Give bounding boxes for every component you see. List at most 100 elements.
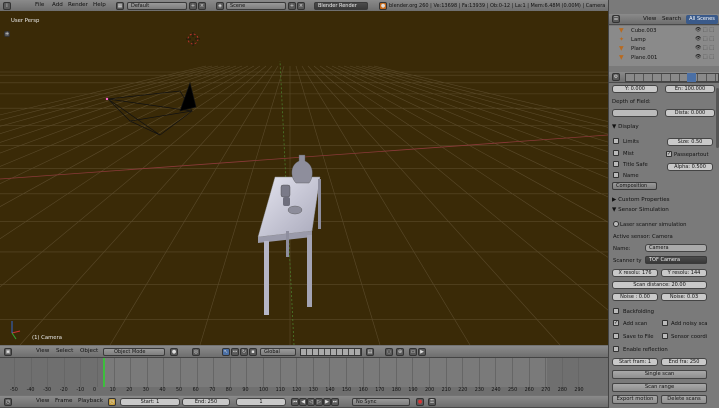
outliner-tab-search[interactable]: Search xyxy=(662,16,681,22)
outliner-scope-select[interactable]: All Scenes xyxy=(686,15,718,24)
3d-cursor[interactable] xyxy=(186,32,200,46)
prev-keyframe-icon[interactable]: ◀ xyxy=(299,398,307,406)
editor-type-icon[interactable]: i xyxy=(3,2,11,10)
play-reverse-icon[interactable]: ◁ xyxy=(307,398,315,406)
proportional-edit-icon[interactable]: ◌ xyxy=(385,348,393,356)
menu-playback[interactable]: Playback xyxy=(78,398,103,404)
close-layout-icon[interactable]: × xyxy=(198,2,206,10)
composition-select[interactable]: Composition xyxy=(612,182,657,190)
render-preview-icon[interactable]: ▭ xyxy=(409,348,417,356)
export-motion-button[interactable]: Export motion xyxy=(612,395,658,404)
custom-properties-header[interactable]: ▶ Custom Properties xyxy=(612,197,670,203)
menu-file[interactable]: File xyxy=(35,2,44,8)
editor-type-icon[interactable]: ▣ xyxy=(4,348,12,356)
sensor-coordinates-checkbox[interactable] xyxy=(662,333,668,339)
enable-reflection-checkbox[interactable] xyxy=(613,346,619,352)
menu-frame[interactable]: Frame xyxy=(55,398,72,404)
scale-icon[interactable]: ▪ xyxy=(249,348,257,356)
layer-buttons[interactable] xyxy=(300,348,362,356)
visibility-icons[interactable]: 👁 ⬚ ⬚ xyxy=(695,27,714,33)
start-frame-field[interactable]: Start fram: 1 xyxy=(612,358,658,366)
add-scene-icon[interactable]: + xyxy=(288,2,296,10)
menu-view[interactable]: View xyxy=(36,398,49,404)
preview-range-icon[interactable]: ◷ xyxy=(108,398,116,406)
snap-icon[interactable]: ⊕ xyxy=(396,348,404,356)
menu-view[interactable]: View xyxy=(36,348,49,354)
rotate-icon[interactable]: ↻ xyxy=(240,348,248,356)
outliner-item[interactable]: ✦ Lamp 👁 ⬚ ⬚ xyxy=(619,36,719,44)
next-keyframe-icon[interactable]: ▶ xyxy=(323,398,331,406)
current-frame-field[interactable]: 1 xyxy=(236,398,286,406)
viewport-shading-icon[interactable]: ● xyxy=(170,348,178,356)
record-icon[interactable]: ● xyxy=(416,398,424,406)
camera-data-tab[interactable] xyxy=(687,73,696,82)
sync-select[interactable]: No Sync xyxy=(352,398,410,406)
properties-tabs[interactable] xyxy=(625,73,719,82)
visibility-icons[interactable]: 👁 ⬚ ⬚ xyxy=(695,36,714,42)
x-resolution-field[interactable]: X resolu: 176 xyxy=(612,269,658,277)
play-icon[interactable]: ▷ xyxy=(315,398,323,406)
add-noisy-scan-checkbox[interactable] xyxy=(662,320,668,326)
playhead[interactable] xyxy=(103,358,105,387)
timeline-editor[interactable]: -50 -40 -30 -20 -10 0 10 20 30 40 50 60 70 80 90 100 110… xyxy=(0,357,608,395)
sensor-simulation-header[interactable]: ▼ Sensor Simulation xyxy=(612,207,669,213)
outliner-item[interactable]: ▼ Plane.001 👁 ⬚ ⬚ xyxy=(619,54,719,62)
outliner-type-icon[interactable]: ☰ xyxy=(612,15,620,23)
layout-select[interactable]: Default xyxy=(127,2,187,10)
name-checkbox[interactable] xyxy=(613,172,619,178)
passepartout-checkbox[interactable]: ✓ xyxy=(666,151,672,157)
end-frame-field[interactable]: End: 250 xyxy=(182,398,230,406)
sensor-name-field[interactable]: Camera xyxy=(645,244,707,252)
scanner-type-select[interactable]: TOF Camera xyxy=(645,256,707,264)
translate-icon[interactable]: ↔ xyxy=(231,348,239,356)
scan-range-button[interactable]: Scan range xyxy=(612,383,707,392)
outliner-item[interactable]: ▼ Cube.003 👁 ⬚ ⬚ xyxy=(619,27,719,35)
dof-object-field[interactable] xyxy=(612,109,658,117)
render-engine-select[interactable]: Blender Render xyxy=(314,2,368,10)
scene-icon[interactable]: ◈ xyxy=(216,2,224,10)
menu-render[interactable]: Render xyxy=(68,2,88,8)
field-en[interactable]: En: 100.000 xyxy=(665,85,715,93)
single-scan-button[interactable]: Single scan xyxy=(612,370,707,379)
scene-select[interactable]: Scene xyxy=(226,2,286,10)
scan-distance-field[interactable]: Scan distance: 20.00 xyxy=(612,281,707,289)
jump-end-icon[interactable]: ⏭ xyxy=(331,398,339,406)
visibility-icons[interactable]: 👁 ⬚ ⬚ xyxy=(695,54,714,60)
limits-checkbox[interactable] xyxy=(613,138,619,144)
end-frame-field[interactable]: End fra: 250 xyxy=(661,358,707,366)
visibility-icons[interactable]: 👁 ⬚ ⬚ xyxy=(695,45,714,51)
alpha-field[interactable]: Alpha: 0.500 xyxy=(667,163,713,171)
menu-select[interactable]: Select xyxy=(56,348,73,354)
mode-select[interactable]: Object Mode xyxy=(103,348,165,356)
keying-set-icon[interactable]: ⚿ xyxy=(428,398,436,406)
display-panel-header[interactable]: ▼ Display xyxy=(612,124,639,130)
menu-object[interactable]: Object xyxy=(80,348,98,354)
title-safe-checkbox[interactable] xyxy=(613,161,619,167)
outliner-tab-view[interactable]: View xyxy=(643,16,656,22)
menu-help[interactable]: Help xyxy=(93,2,106,8)
render-anim-icon[interactable]: ▶ xyxy=(418,348,426,356)
manipulator-icon[interactable]: ↖ xyxy=(222,348,230,356)
vase-object[interactable] xyxy=(291,154,313,184)
mist-checkbox[interactable] xyxy=(613,150,619,156)
noise-field-2[interactable]: Noise: 0.03 xyxy=(661,293,707,301)
start-frame-field[interactable]: Start: 1 xyxy=(120,398,180,406)
size-field[interactable]: Size: 0.50 xyxy=(667,138,713,146)
noise-field-1[interactable]: Noise : 0.00 xyxy=(612,293,658,301)
save-to-file-checkbox[interactable] xyxy=(613,333,619,339)
properties-type-icon[interactable]: ⚙ xyxy=(612,73,620,81)
pivot-point-icon[interactable]: ◎ xyxy=(192,348,200,356)
bowl-object[interactable] xyxy=(287,205,303,215)
y-resolution-field[interactable]: Y resolu: 144 xyxy=(661,269,707,277)
backfolding-checkbox[interactable] xyxy=(613,308,619,314)
outliner-item[interactable]: ▼ Plane 👁 ⬚ ⬚ xyxy=(619,45,719,53)
close-scene-icon[interactable]: × xyxy=(297,2,305,10)
menu-add[interactable]: Add xyxy=(52,2,63,8)
add-layout-icon[interactable]: + xyxy=(189,2,197,10)
jump-start-icon[interactable]: ⏮ xyxy=(291,398,299,406)
dof-distance-field[interactable]: Dista: 0.000 xyxy=(665,109,715,117)
3d-viewport[interactable]: + User Persp (1) Camera xyxy=(0,11,608,345)
toolshelf-toggle-icon[interactable]: + xyxy=(4,31,10,37)
delete-scans-button[interactable]: Delete scans xyxy=(661,395,707,404)
editor-type-icon[interactable]: ◷ xyxy=(4,398,12,406)
